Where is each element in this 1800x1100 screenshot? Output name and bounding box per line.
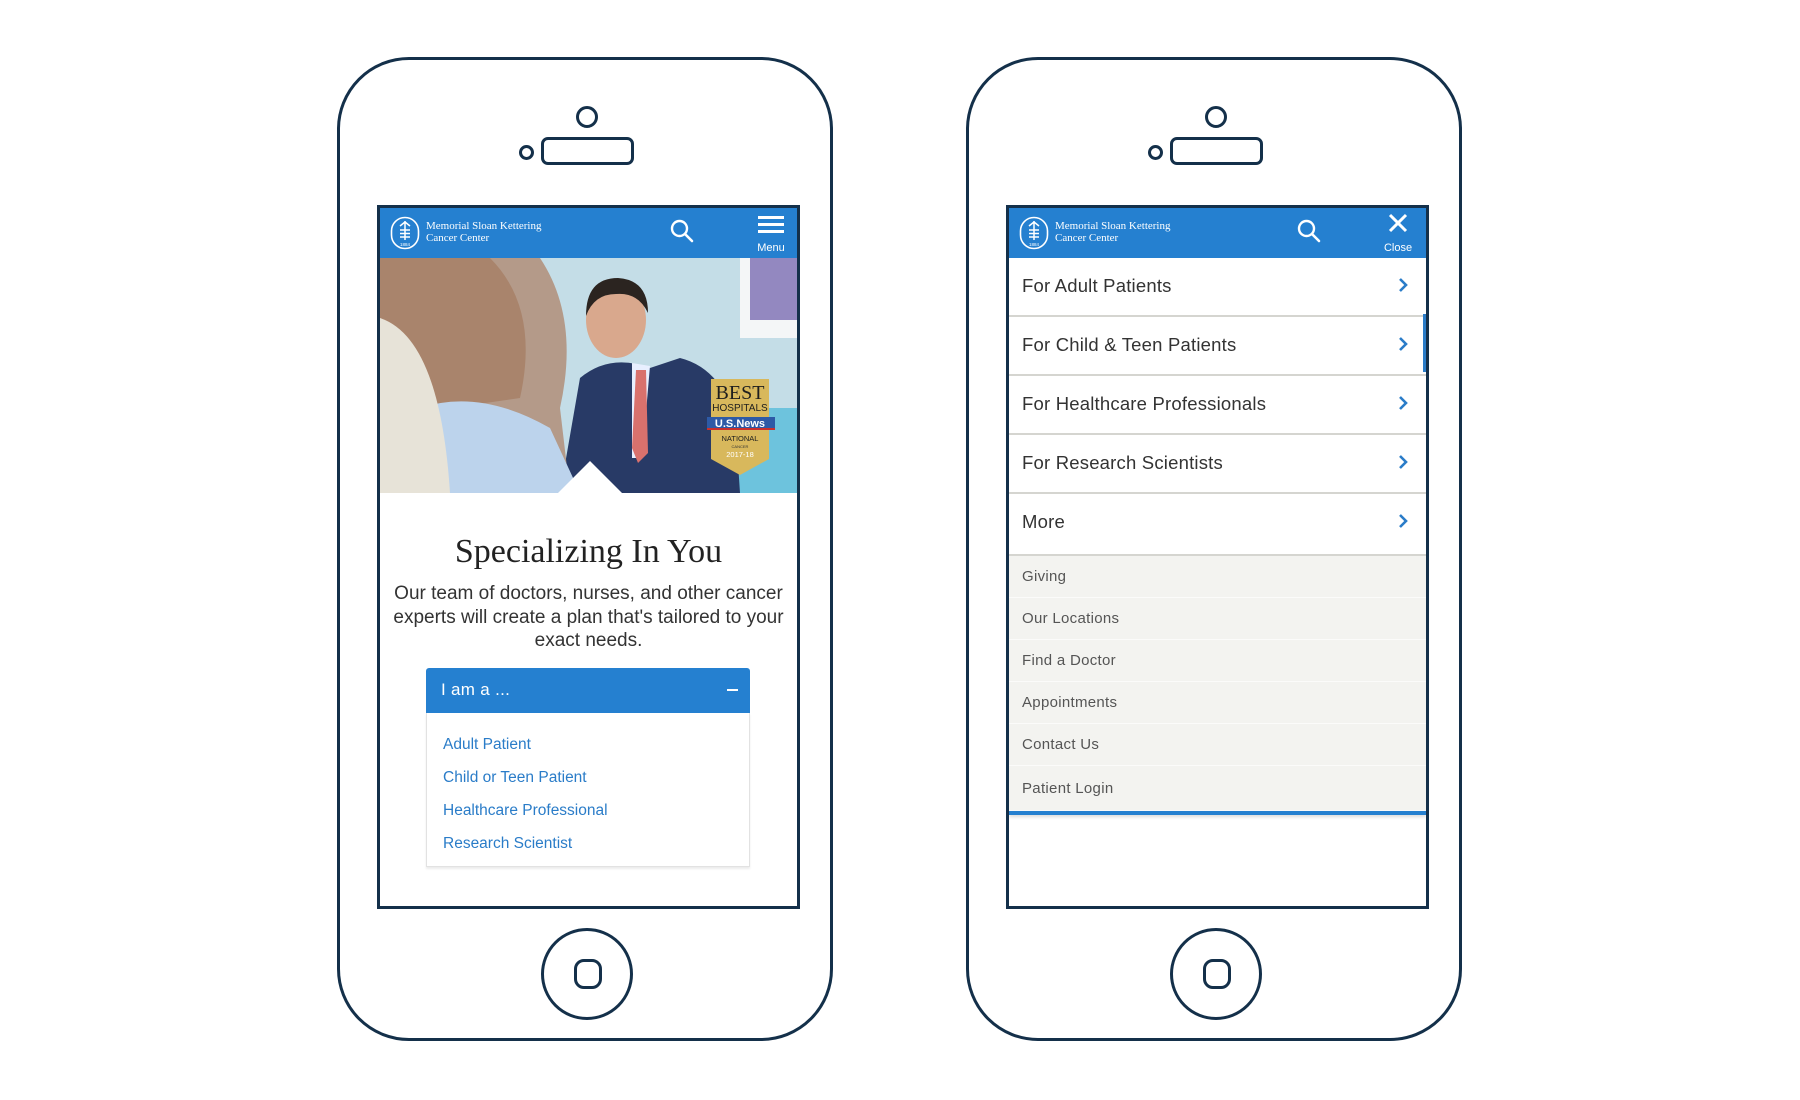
phone-screen: 1884 Memorial Sloan Kettering Cancer Cen…: [1006, 205, 1429, 909]
hamburger-icon: [758, 216, 784, 233]
brand-line-1: Memorial Sloan Kettering: [426, 220, 542, 232]
svg-text:CANCER: CANCER: [732, 444, 749, 449]
site-header: 1884 Memorial Sloan Kettering Cancer Cen…: [380, 208, 797, 258]
chevron-right-icon: [1399, 278, 1408, 292]
front-camera: [1205, 106, 1227, 128]
close-label: Close: [1383, 242, 1413, 254]
us-news-best-hospitals-badge: BEST HOSPITALS U.S.News NATIONAL CANCER …: [707, 379, 775, 475]
intro-text: Our team of doctors, nurses, and other c…: [393, 583, 784, 651]
minus-icon: [727, 689, 738, 691]
dropdown-label: I am a ...: [441, 680, 511, 699]
home-button-glyph: [1203, 959, 1231, 989]
earpiece-speaker: [541, 137, 634, 165]
search-icon[interactable]: [1296, 218, 1322, 244]
nav-item-label: More: [1022, 511, 1065, 532]
nav-item-adult-patients[interactable]: For Adult Patients: [1009, 258, 1426, 317]
nav-item-more[interactable]: More: [1009, 494, 1426, 556]
menu-button[interactable]: Menu: [751, 212, 791, 256]
brand-line-1: Memorial Sloan Kettering: [1055, 220, 1171, 232]
link-label: Appointments: [1022, 694, 1118, 711]
page-title: Specializing In You: [454, 533, 723, 570]
msk-logo-icon[interactable]: 1884: [390, 216, 420, 250]
secondary-link-our-locations[interactable]: Our Locations: [1009, 598, 1426, 640]
secondary-link-giving[interactable]: Giving: [1009, 556, 1426, 598]
brand-name[interactable]: Memorial Sloan Kettering Cancer Center: [426, 220, 541, 244]
chevron-right-icon: [1399, 337, 1408, 351]
msk-logo-icon[interactable]: 1884: [1019, 216, 1049, 250]
nav-item-research-scientists[interactable]: For Research Scientists: [1009, 435, 1426, 494]
close-menu-button[interactable]: Close: [1378, 212, 1418, 256]
nav-item-label: For Child & Teen Patients: [1022, 334, 1237, 355]
chevron-right-icon: [1399, 396, 1408, 410]
secondary-link-contact-us[interactable]: Contact Us: [1009, 724, 1426, 766]
link-label: Contact Us: [1022, 736, 1100, 753]
front-camera: [576, 106, 598, 128]
audience-dropdown-toggle[interactable]: I am a ...: [426, 668, 750, 713]
secondary-link-find-a-doctor[interactable]: Find a Doctor: [1009, 640, 1426, 682]
svg-text:NATIONAL: NATIONAL: [722, 434, 759, 443]
secondary-link-appointments[interactable]: Appointments: [1009, 682, 1426, 724]
svg-text:BEST: BEST: [716, 382, 765, 404]
menu-label: Menu: [757, 242, 785, 254]
svg-text:1884: 1884: [400, 242, 411, 247]
hero-image: BEST HOSPITALS U.S.News NATIONAL CANCER …: [380, 258, 797, 493]
dropdown-option-adult-patient[interactable]: Adult Patient: [443, 736, 531, 754]
phone-screen: 1884 Memorial Sloan Kettering Cancer Cen…: [377, 205, 800, 909]
brand-line-2: Cancer Center: [426, 232, 490, 244]
brand-name[interactable]: Memorial Sloan Kettering Cancer Center: [1055, 220, 1170, 244]
sensor-dot: [519, 145, 534, 160]
svg-text:2017-18: 2017-18: [726, 450, 754, 459]
secondary-nav-menu: Giving Our Locations Find a Doctor Appoi…: [1009, 556, 1426, 811]
link-label: Patient Login: [1022, 780, 1114, 797]
home-button: [1170, 928, 1262, 1020]
scrollbar-thumb[interactable]: [1423, 314, 1426, 372]
nav-item-healthcare-professionals[interactable]: For Healthcare Professionals: [1009, 376, 1426, 435]
home-button: [541, 928, 633, 1020]
menu-bottom-accent-bar: [1009, 811, 1426, 815]
audience-dropdown-menu: Adult Patient Child or Teen Patient Heal…: [426, 713, 750, 867]
link-label: Our Locations: [1022, 610, 1120, 627]
hero-notch: [558, 461, 622, 493]
svg-text:1884: 1884: [1029, 242, 1040, 247]
dropdown-option-research-scientist[interactable]: Research Scientist: [443, 835, 572, 853]
close-icon: [1388, 213, 1408, 233]
home-button-glyph: [574, 959, 602, 989]
secondary-link-patient-login[interactable]: Patient Login: [1009, 766, 1426, 811]
svg-text:HOSPITALS: HOSPITALS: [712, 403, 768, 414]
link-label: Giving: [1022, 568, 1067, 585]
svg-text:U.S.News: U.S.News: [715, 418, 765, 430]
dropdown-option-child-teen-patient[interactable]: Child or Teen Patient: [443, 769, 587, 787]
chevron-right-icon: [1399, 455, 1408, 469]
dropdown-option-healthcare-professional[interactable]: Healthcare Professional: [443, 802, 608, 820]
nav-item-label: For Adult Patients: [1022, 275, 1172, 296]
brand-line-2: Cancer Center: [1055, 232, 1119, 244]
site-header: 1884 Memorial Sloan Kettering Cancer Cen…: [1009, 208, 1426, 258]
phone-mockup-right: 1884 Memorial Sloan Kettering Cancer Cen…: [966, 57, 1462, 1041]
sensor-dot: [1148, 145, 1163, 160]
chevron-right-icon: [1399, 514, 1408, 528]
nav-item-label: For Healthcare Professionals: [1022, 393, 1267, 414]
nav-item-child-teen-patients[interactable]: For Child & Teen Patients: [1009, 317, 1426, 376]
earpiece-speaker: [1170, 137, 1263, 165]
phone-mockup-left: 1884 Memorial Sloan Kettering Cancer Cen…: [337, 57, 833, 1041]
search-icon[interactable]: [669, 218, 695, 244]
nav-item-label: For Research Scientists: [1022, 452, 1223, 473]
link-label: Find a Doctor: [1022, 652, 1116, 669]
